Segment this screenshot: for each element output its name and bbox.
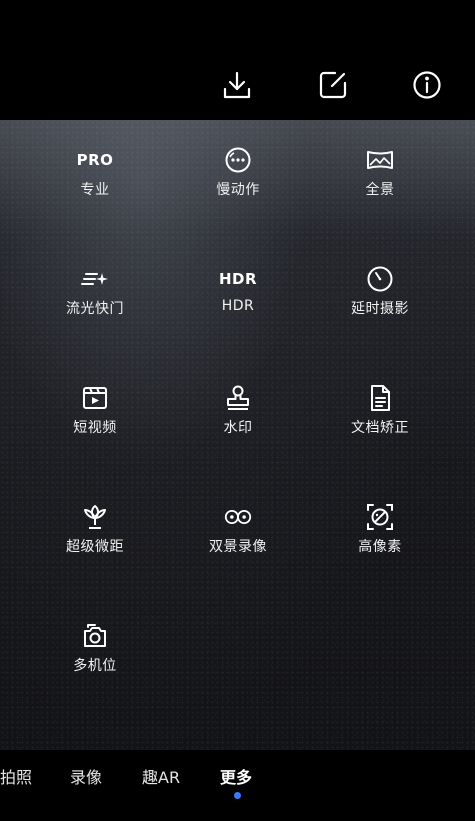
mode-label: 专业 [80, 182, 110, 198]
document-icon [320, 383, 440, 413]
mode-panorama[interactable]: 全景 [320, 145, 440, 199]
edit-icon[interactable] [316, 68, 350, 102]
watermark-icon [178, 383, 298, 413]
viewfinder: PRO 专业 慢动作 全景 流光快门 HDR HDR 延时摄影 短视频 水印 文… [0, 120, 475, 750]
mode-label: 流光快门 [66, 301, 124, 317]
mode-tab-bar: 拍照 录像 趣AR 更多 [0, 750, 475, 821]
mode-label: 延时摄影 [351, 301, 409, 317]
mode-timelapse[interactable]: 延时摄影 [320, 264, 440, 318]
mode-multi-camera[interactable]: 多机位 [35, 621, 155, 675]
tab-photo[interactable]: 拍照 [0, 764, 32, 788]
camera-screen: PRO 专业 慢动作 全景 流光快门 HDR HDR 延时摄影 短视频 水印 文… [0, 0, 475, 821]
short-video-icon [35, 383, 155, 413]
multi-camera-icon [35, 621, 155, 651]
hdr-text-icon: HDR [178, 264, 298, 294]
mode-pro[interactable]: PRO 专业 [35, 145, 155, 199]
pro-text-icon: PRO [35, 145, 155, 175]
info-icon[interactable] [410, 68, 444, 102]
mode-label: 超级微距 [66, 539, 124, 555]
mode-light-painting[interactable]: 流光快门 [35, 264, 155, 318]
tab-fun-ar[interactable]: 趣AR [142, 764, 180, 788]
light-painting-icon [35, 264, 155, 294]
pro-glyph-text: PRO [76, 151, 114, 169]
tab-video[interactable]: 录像 [70, 764, 102, 788]
mode-label: 高像素 [358, 539, 402, 555]
hdr-glyph-text: HDR [218, 270, 258, 288]
mode-label: 水印 [223, 420, 253, 436]
mode-label: 双景录像 [209, 539, 267, 555]
tab-more[interactable]: 更多 [220, 764, 252, 788]
slow-motion-icon [178, 145, 298, 175]
mode-label: 短视频 [73, 420, 117, 436]
mode-hdr[interactable]: HDR HDR [178, 264, 298, 314]
mode-watermark[interactable]: 水印 [178, 383, 298, 437]
top-toolbar [0, 0, 475, 120]
high-resolution-icon [320, 502, 440, 532]
download-icon[interactable] [220, 68, 254, 102]
mode-label: 多机位 [73, 658, 117, 674]
mode-super-macro[interactable]: 超级微距 [35, 502, 155, 556]
mode-document[interactable]: 文档矫正 [320, 383, 440, 437]
mode-dual-view[interactable]: 双景录像 [178, 502, 298, 556]
panorama-icon [320, 145, 440, 175]
dual-view-icon [178, 502, 298, 532]
mode-high-resolution[interactable]: 高像素 [320, 502, 440, 556]
mode-label: 全景 [365, 182, 395, 198]
mode-label: 文档矫正 [351, 420, 409, 436]
timelapse-icon [320, 264, 440, 294]
mode-label: 慢动作 [216, 182, 260, 198]
mode-slow-motion[interactable]: 慢动作 [178, 145, 298, 199]
super-macro-icon [35, 502, 155, 532]
mode-label: HDR [221, 298, 255, 314]
mode-short-video[interactable]: 短视频 [35, 383, 155, 437]
active-tab-indicator [234, 792, 241, 799]
